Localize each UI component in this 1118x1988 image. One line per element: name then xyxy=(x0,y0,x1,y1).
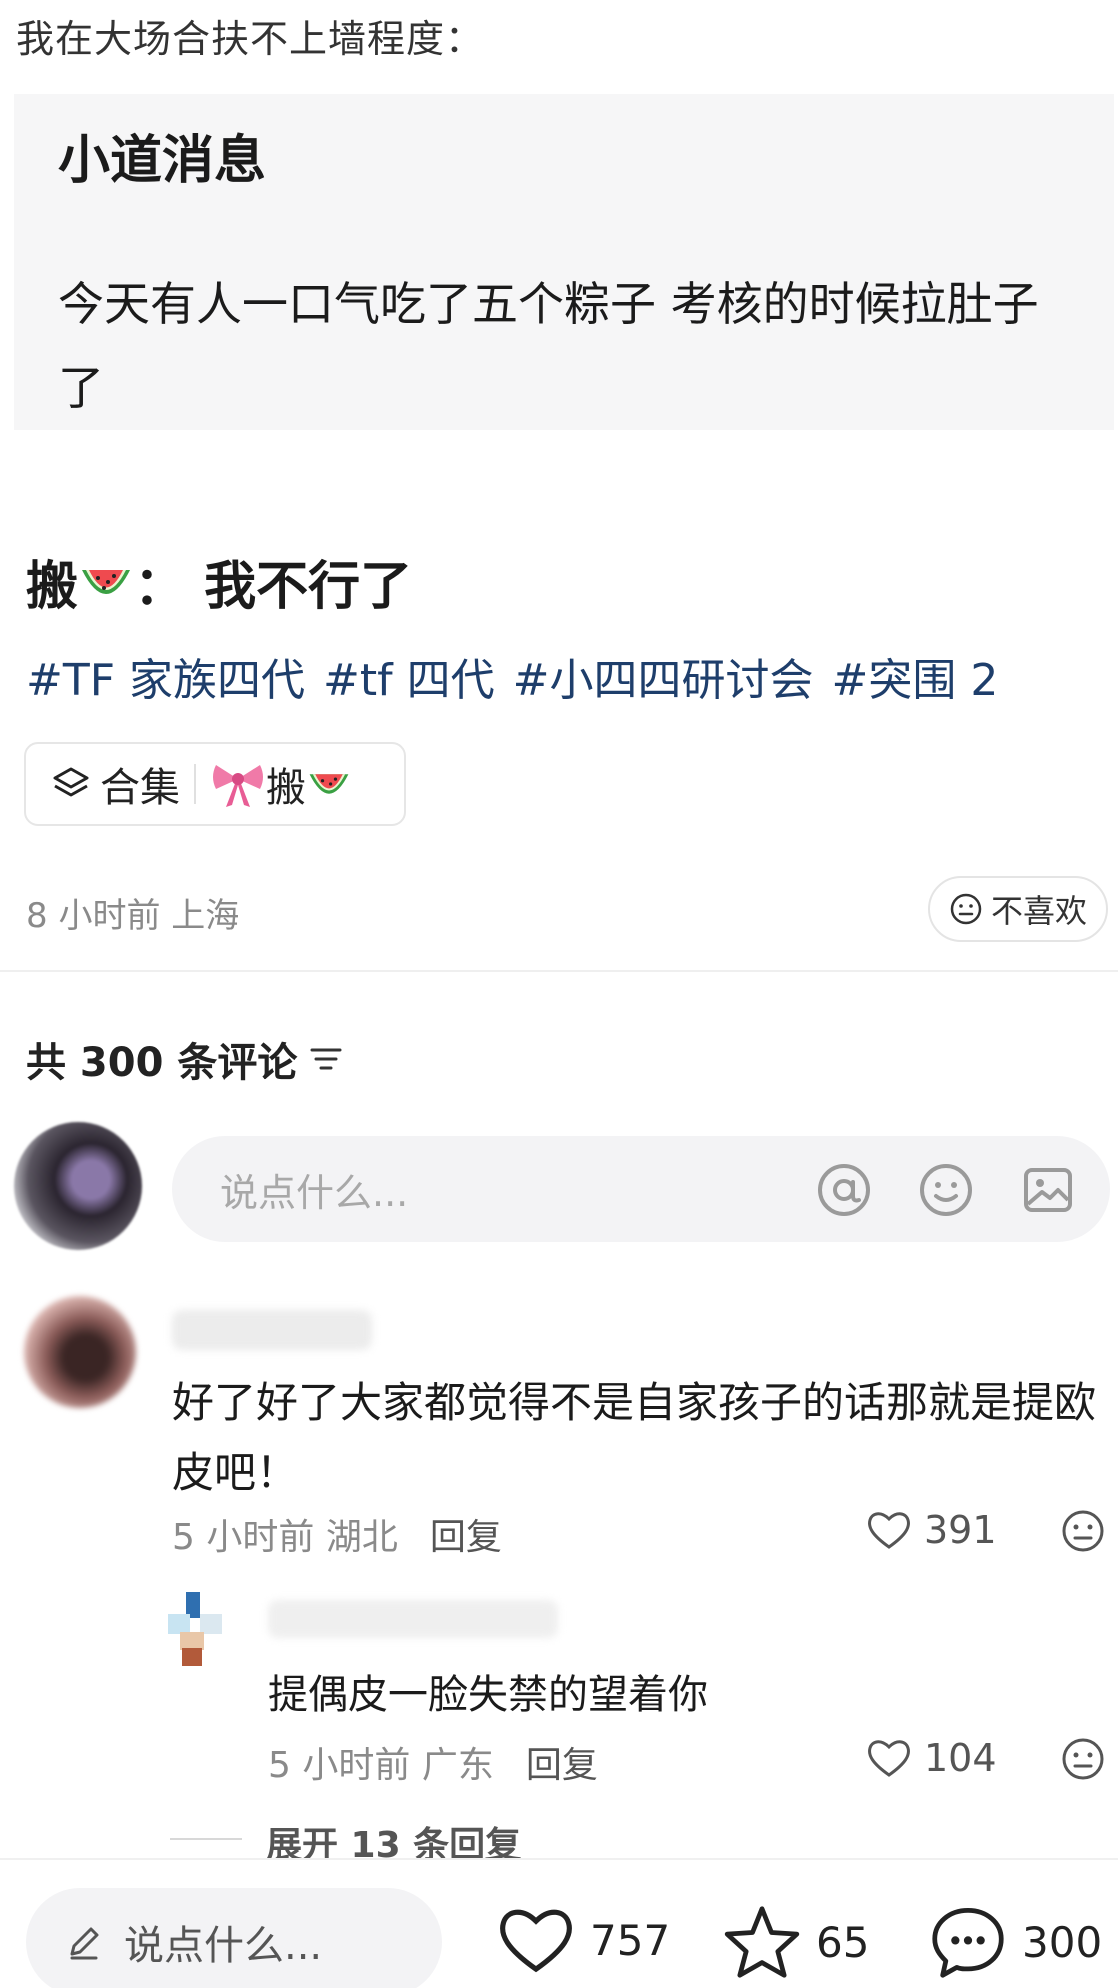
post-caption: 搬 ： 我不行了 xyxy=(26,544,412,619)
chat-bubble-icon xyxy=(932,1907,1004,1978)
comment-meta: 5 小时前 湖北 回复 xyxy=(172,1508,502,1560)
collection-label: 合集 xyxy=(100,765,180,811)
hashtag[interactable]: #突围 2 xyxy=(832,644,999,708)
card-title: 小道消息 xyxy=(58,131,267,191)
hashtag[interactable]: #TF 家族四代 xyxy=(26,644,305,708)
post-meta: 8 小时前 上海 xyxy=(26,888,239,937)
comment-input[interactable]: 说点什么... xyxy=(172,1136,1110,1242)
heart-icon xyxy=(868,1740,910,1777)
comment-button[interactable]: 300 xyxy=(928,1904,1102,1980)
reply-button[interactable]: 回复 xyxy=(526,1736,598,1788)
watermelon-icon xyxy=(309,774,349,794)
collection-item: 搬 xyxy=(266,765,306,811)
neutral-face-icon xyxy=(950,893,982,925)
reply-like-count: 104 xyxy=(924,1736,997,1780)
commenter-avatar[interactable] xyxy=(24,1296,136,1408)
post-time: 8 小时前 xyxy=(26,896,161,936)
layers-icon xyxy=(53,767,89,797)
bow-icon xyxy=(213,765,263,807)
pencil-icon xyxy=(70,1927,99,1960)
caption-prefix: 搬 xyxy=(26,557,79,617)
neutral-face-icon[interactable] xyxy=(1060,1736,1106,1786)
like-button[interactable]: 757 xyxy=(496,1904,670,1976)
watermelon-icon xyxy=(82,569,131,594)
favorite-button[interactable]: 65 xyxy=(722,1904,869,1980)
comment-input-placeholder: 说点什么... xyxy=(220,1170,409,1215)
star-icon xyxy=(724,1906,800,1978)
comment-count[interactable]: 共 300 条评论 xyxy=(26,1030,343,1088)
section-divider xyxy=(0,970,1118,972)
neutral-face-icon[interactable] xyxy=(1060,1508,1106,1558)
hashtag-list: #TF 家族四代 #tf 四代 #小四四研讨会 #突围 2 xyxy=(26,644,998,708)
comment-time: 5 小时前 xyxy=(172,1517,315,1558)
heart-icon xyxy=(868,1512,910,1549)
collection-chip[interactable]: 合集 搬 xyxy=(24,742,406,826)
post-intro: 我在大场合扶不上墙程度： xyxy=(16,17,485,61)
favorite-count: 65 xyxy=(816,1917,870,1967)
at-icon[interactable] xyxy=(808,1154,880,1226)
comment-text: 好了好了大家都觉得不是自家孩子的话那就是提欧皮吧！ xyxy=(172,1378,1097,1497)
reply-text: 提偶皮一脸失禁的望着你 xyxy=(268,1672,708,1718)
heart-icon xyxy=(500,1909,572,1973)
hashtag[interactable]: #小四四研讨会 xyxy=(513,644,814,708)
current-user-avatar xyxy=(14,1122,142,1250)
comment-total: 300 xyxy=(1022,1917,1103,1967)
image-icon[interactable] xyxy=(1012,1154,1084,1226)
caption-text: ： 我不行了 xyxy=(134,557,413,617)
bottom-input-placeholder: 说点什么... xyxy=(124,1923,323,1969)
card-body: 今天有人一口气吃了五个粽子 考核的时候拉肚子了 xyxy=(58,277,1039,415)
sort-lines-icon xyxy=(310,1048,342,1070)
smile-icon[interactable] xyxy=(910,1154,982,1226)
post-location: 上海 xyxy=(171,896,240,936)
comment-like-count: 391 xyxy=(924,1508,997,1552)
dislike-label: 不喜欢 xyxy=(990,892,1087,930)
replier-avatar[interactable] xyxy=(160,1592,238,1666)
reply-button[interactable]: 回复 xyxy=(430,1508,502,1560)
reply-meta: 5 小时前 广东 回复 xyxy=(268,1736,598,1788)
reply-like-button[interactable]: 104 xyxy=(866,1736,997,1780)
like-count: 757 xyxy=(590,1915,671,1965)
comment-location: 湖北 xyxy=(325,1517,398,1558)
comment-like-button[interactable]: 391 xyxy=(866,1508,997,1552)
dislike-button[interactable]: 不喜欢 xyxy=(928,876,1108,942)
reply-time: 5 小时前 xyxy=(268,1745,411,1786)
collection-divider xyxy=(194,764,196,804)
replier-name-blurred xyxy=(268,1600,558,1638)
reply-location: 广东 xyxy=(421,1745,494,1786)
commenter-name-blurred xyxy=(172,1310,372,1350)
expand-divider xyxy=(170,1838,242,1840)
bottom-comment-input[interactable]: 说点什么... xyxy=(26,1888,442,1988)
hashtag[interactable]: #tf 四代 xyxy=(323,644,495,708)
comment-count-text: 共 300 条评论 xyxy=(26,1040,298,1086)
